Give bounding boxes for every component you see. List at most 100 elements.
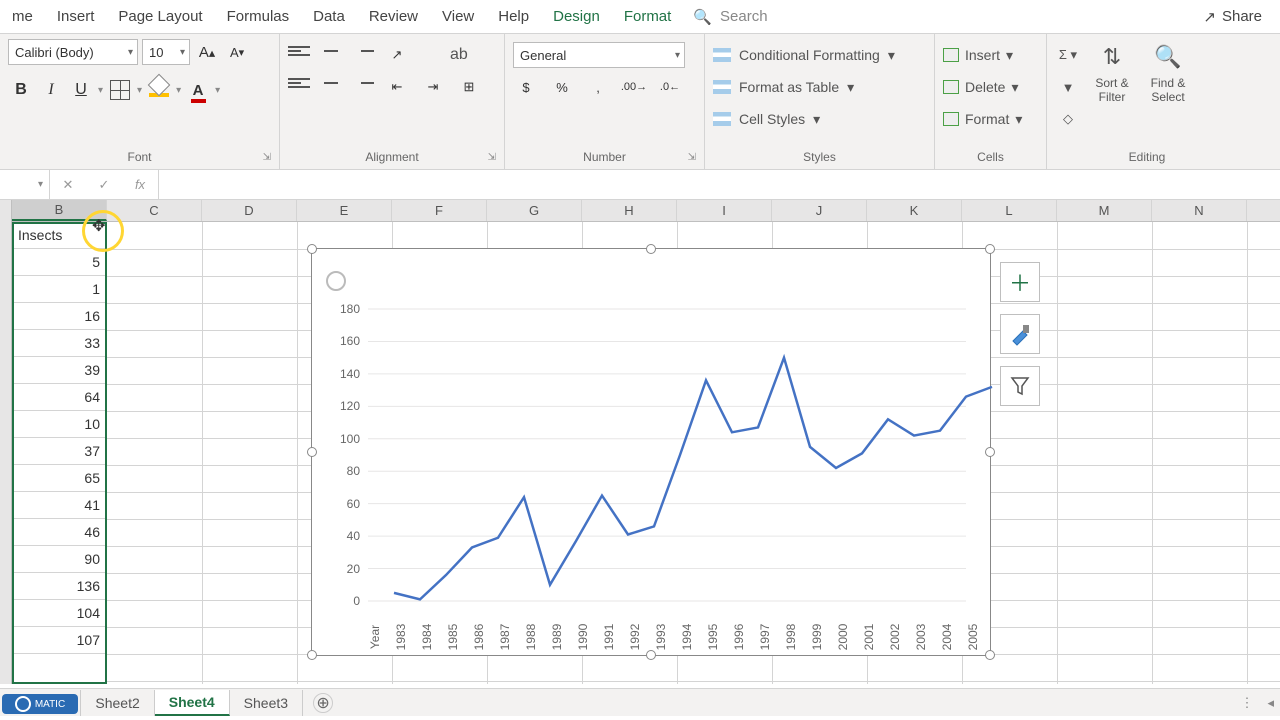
cell-b-13[interactable]: 90 [12, 546, 107, 573]
tab-formulas[interactable]: Formulas [215, 0, 302, 34]
column-header-B[interactable]: B [12, 200, 107, 221]
cell-styles-button[interactable]: Cell Styles ▾ [713, 106, 820, 132]
percent-format-button[interactable]: % [549, 74, 575, 100]
font-dialog-icon[interactable]: ⇲ [263, 152, 271, 163]
comma-format-button[interactable]: , [585, 74, 611, 100]
cell-b-14[interactable]: 136 [12, 573, 107, 600]
cell-b-7[interactable]: 64 [12, 384, 107, 411]
alignment-dialog-icon[interactable]: ⇲ [488, 152, 496, 163]
merge-center-button[interactable]: ⊞ [456, 74, 482, 100]
embedded-chart[interactable]: 020406080100120140160180 Year19831984198… [311, 248, 991, 656]
fill-color-button[interactable] [146, 77, 172, 103]
tab-page-layout[interactable]: Page Layout [106, 0, 214, 34]
cell-b-6[interactable]: 39 [12, 357, 107, 384]
column-header-C[interactable]: C [107, 200, 202, 221]
cell-b-8[interactable]: 10 [12, 411, 107, 438]
align-right-button[interactable] [352, 78, 374, 96]
chart-title-placeholder[interactable] [326, 271, 346, 291]
cell-b-9[interactable]: 37 [12, 438, 107, 465]
align-middle-button[interactable] [320, 46, 342, 64]
column-header-M[interactable]: M [1057, 200, 1152, 221]
font-color-button[interactable]: A [185, 77, 211, 103]
cell-b-5[interactable]: 33 [12, 330, 107, 357]
number-dialog-icon[interactable]: ⇲ [688, 152, 696, 163]
tab-data[interactable]: Data [301, 0, 357, 34]
column-header-D[interactable]: D [202, 200, 297, 221]
bold-button[interactable]: B [8, 77, 34, 103]
resize-handle-tl[interactable] [307, 244, 317, 254]
column-header-L[interactable]: L [962, 200, 1057, 221]
delete-cells-button[interactable]: Delete ▾ [943, 74, 1019, 100]
number-format-select[interactable]: General▾ [513, 42, 685, 68]
resize-handle-bl[interactable] [307, 650, 317, 660]
cell-b-4[interactable]: 16 [12, 303, 107, 330]
shrink-font-button[interactable]: A▾ [224, 39, 250, 65]
increase-indent-button[interactable]: ⇥ [420, 74, 446, 100]
cell-b-11[interactable]: 41 [12, 492, 107, 519]
tab-chart-design[interactable]: Design [541, 0, 612, 34]
name-box[interactable]: ▾ [0, 170, 50, 199]
resize-handle-mr[interactable] [985, 447, 995, 457]
sheet-tab-sheet3[interactable]: Sheet3 [230, 690, 303, 716]
conditional-formatting-button[interactable]: Conditional Formatting ▾ [713, 42, 895, 68]
decrease-decimal-button[interactable]: .0← [657, 74, 683, 100]
tabs-scroll-left-button[interactable]: ◂ [1261, 695, 1280, 711]
search-box[interactable]: 🔍 Search [683, 8, 777, 26]
orientation-button[interactable]: ↗ [384, 42, 410, 68]
cell-b-10[interactable]: 65 [12, 465, 107, 492]
clear-button[interactable]: ◇ [1055, 106, 1081, 132]
font-size-select[interactable]: 10▾ [142, 39, 190, 65]
cell-b-header[interactable]: Insects [12, 222, 107, 249]
resize-handle-tc[interactable] [646, 244, 656, 254]
sort-filter-button[interactable]: ⇅ Sort & Filter [1087, 42, 1137, 104]
tab-home[interactable]: me [0, 0, 45, 34]
tab-help[interactable]: Help [486, 0, 541, 34]
screen-recorder-badge[interactable]: MATIC [2, 694, 78, 714]
tab-view[interactable]: View [430, 0, 486, 34]
cell-b-3[interactable]: 1 [12, 276, 107, 303]
chart-styles-button[interactable] [1000, 314, 1040, 354]
column-header-F[interactable]: F [392, 200, 487, 221]
insert-cells-button[interactable]: Insert ▾ [943, 42, 1013, 68]
column-header-G[interactable]: G [487, 200, 582, 221]
column-header-J[interactable]: J [772, 200, 867, 221]
column-header-H[interactable]: H [582, 200, 677, 221]
format-as-table-button[interactable]: Format as Table ▾ [713, 74, 854, 100]
resize-handle-ml[interactable] [307, 447, 317, 457]
align-center-button[interactable] [320, 78, 342, 96]
column-header-K[interactable]: K [867, 200, 962, 221]
align-left-button[interactable] [288, 78, 310, 96]
resize-handle-bc[interactable] [646, 650, 656, 660]
chart-elements-button[interactable]: ＋ [1000, 262, 1040, 302]
confirm-entry-button[interactable]: ✓ [86, 170, 122, 199]
resize-handle-tr[interactable] [985, 244, 995, 254]
decrease-indent-button[interactable]: ⇤ [384, 74, 410, 100]
align-bottom-button[interactable] [352, 46, 374, 64]
column-header-E[interactable]: E [297, 200, 392, 221]
share-button[interactable]: ↗ Share [1193, 8, 1272, 26]
cell-b-15[interactable]: 104 [12, 600, 107, 627]
cell-b-12[interactable]: 46 [12, 519, 107, 546]
cells-area[interactable]: ✥ Insects5116333964103765414690136104107… [12, 222, 1280, 684]
tab-insert[interactable]: Insert [45, 0, 107, 34]
formula-input[interactable] [158, 170, 1280, 199]
cancel-entry-button[interactable]: ✕ [50, 170, 86, 199]
wrap-text-button[interactable]: ab [450, 46, 468, 64]
chart-plot-area[interactable] [368, 309, 966, 601]
increase-decimal-button[interactable]: .00→ [621, 74, 647, 100]
accounting-format-button[interactable]: $ [513, 74, 539, 100]
sheet-tab-sheet4[interactable]: Sheet4 [155, 690, 230, 716]
cell-b-16[interactable]: 107 [12, 627, 107, 654]
autosum-button[interactable]: Σ ▾ [1055, 42, 1081, 68]
fill-button[interactable]: ▼ [1055, 74, 1081, 100]
fx-button[interactable]: fx [122, 170, 158, 199]
italic-button[interactable]: I [38, 77, 64, 103]
align-top-button[interactable] [288, 46, 310, 64]
format-cells-button[interactable]: Format ▾ [943, 106, 1022, 132]
grow-font-button[interactable]: A▴ [194, 39, 220, 65]
font-name-select[interactable]: Calibri (Body)▾ [8, 39, 138, 65]
tab-review[interactable]: Review [357, 0, 430, 34]
tab-chart-format[interactable]: Format [612, 0, 684, 34]
resize-handle-br[interactable] [985, 650, 995, 660]
column-header-I[interactable]: I [677, 200, 772, 221]
